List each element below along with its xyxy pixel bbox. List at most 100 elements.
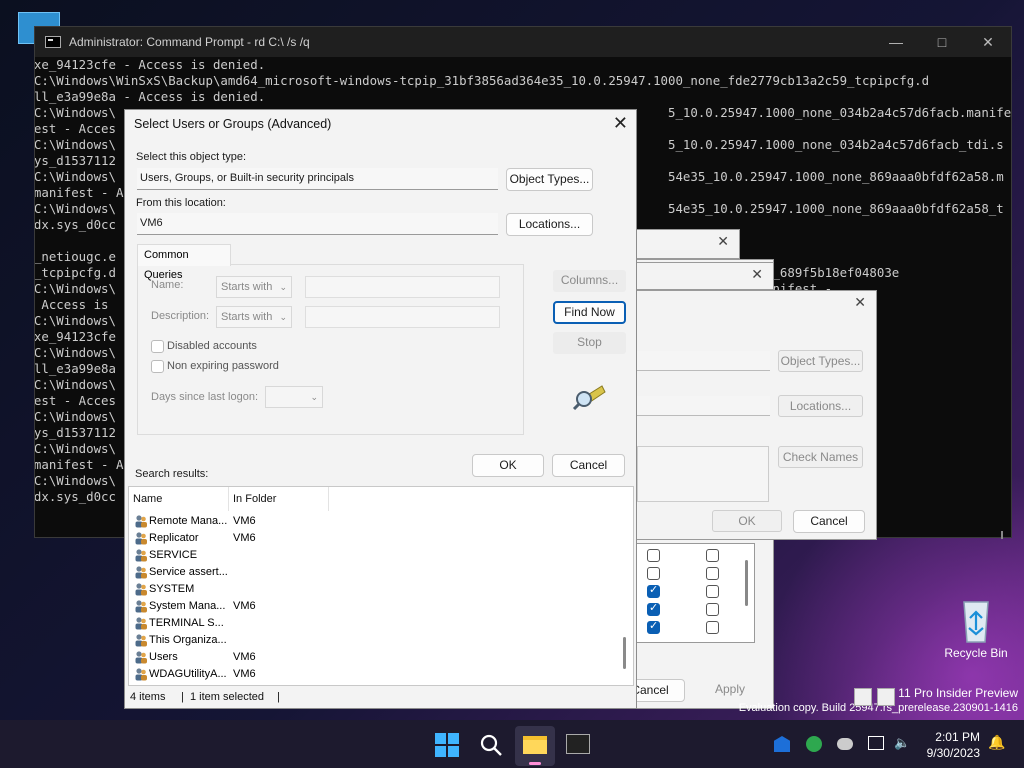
row-name: This Organiza...: [149, 634, 227, 646]
close-icon[interactable]: ✕: [613, 113, 628, 134]
clock-date[interactable]: 9/30/2023: [916, 746, 980, 760]
table-row[interactable]: This Organiza...: [129, 632, 609, 649]
start-windows-icon[interactable]: [434, 732, 460, 758]
chevron-down-icon: ⌄: [279, 312, 287, 322]
cloud-icon[interactable]: [837, 738, 853, 750]
allow-checkbox-2[interactable]: [647, 567, 660, 580]
locations-button[interactable]: Locations...: [506, 213, 593, 236]
close-icon[interactable]: ✕: [717, 234, 729, 250]
cancel-button[interactable]: Cancel: [552, 454, 625, 477]
permissions-scrollbar[interactable]: [745, 560, 748, 606]
column-header-name[interactable]: Name: [129, 487, 229, 511]
recycle-bin[interactable]: Recycle Bin: [944, 596, 1008, 660]
clock-time[interactable]: 2:01 PM: [916, 730, 980, 744]
non-expiring-checkbox[interactable]: [151, 360, 164, 373]
table-row[interactable]: SERVICE: [129, 547, 609, 564]
row-name: SERVICE: [149, 549, 198, 561]
name-input[interactable]: [305, 276, 500, 298]
status-selected-count: 1 item selected: [190, 691, 264, 703]
cmd-line: est - Acces: [35, 121, 116, 136]
status-separator: |: [181, 691, 184, 703]
perm-apply-button[interactable]: Apply: [695, 679, 765, 701]
search-flashlight-icon: [572, 385, 606, 410]
cmd-titlebar[interactable]: Administrator: Command Prompt - rd C:\ /…: [35, 27, 1011, 57]
deny-checkbox-4[interactable]: [706, 603, 719, 616]
close-icon[interactable]: ✕: [965, 34, 1011, 51]
cmd-line: ll_e3a99e8a - Access is denied.: [35, 89, 266, 104]
tab-common-queries[interactable]: Common Queries: [137, 244, 231, 281]
cmd-scrollbar[interactable]: [1001, 531, 1003, 539]
results-scrollbar[interactable]: [623, 637, 626, 669]
table-row[interactable]: Users VM6: [129, 649, 609, 666]
details-view-icon[interactable]: [854, 688, 872, 706]
locations-button[interactable]: Locations...: [778, 395, 863, 417]
location-field: VM6: [137, 213, 498, 235]
table-row[interactable]: SYSTEM: [129, 581, 609, 598]
cmd-line: ll_e3a99e8a: [35, 361, 116, 376]
maximize-icon[interactable]: □: [919, 34, 965, 50]
recycle-bin-label: Recycle Bin: [944, 646, 1008, 660]
search-icon[interactable]: [478, 732, 504, 758]
allow-checkbox-1[interactable]: [647, 549, 660, 562]
chevron-down-icon: ⌄: [310, 392, 318, 402]
deny-checkbox-2[interactable]: [706, 567, 719, 580]
table-row[interactable]: Replicator VM6: [129, 530, 609, 547]
object-types-button[interactable]: Object Types...: [778, 350, 863, 372]
status-separator: |: [277, 691, 280, 703]
table-row[interactable]: Remote Mana... VM6: [129, 513, 609, 530]
search-results-table[interactable]: Name In Folder Remote Mana... VM6 Replicat…: [128, 486, 634, 686]
preview-view-icon[interactable]: [877, 688, 895, 706]
row-folder: VM6: [233, 668, 256, 680]
volume-muted-icon[interactable]: 🔈: [894, 736, 910, 751]
table-row[interactable]: WDAGUtilityA... VM6: [129, 666, 609, 683]
select-users-window[interactable]: ✕ Object Types... Locations... Check Nam…: [636, 290, 877, 540]
deny-checkbox-1[interactable]: [706, 549, 719, 562]
allow-checkbox-3[interactable]: [647, 583, 660, 598]
row-name: System Mana...: [149, 600, 226, 612]
user-group-icon: [135, 617, 147, 630]
close-icon[interactable]: ✕: [854, 295, 866, 311]
table-row[interactable]: System Mana... VM6: [129, 598, 609, 615]
allow-checkbox-5[interactable]: [647, 619, 660, 634]
cmd-line: Access is: [41, 297, 109, 312]
name-mode-select[interactable]: Starts with ⌄: [216, 276, 292, 298]
columns-button[interactable]: Columns...: [553, 270, 626, 292]
cmd-line: est - Acces: [35, 393, 116, 408]
close-icon[interactable]: ✕: [751, 267, 763, 283]
description-mode-select[interactable]: Starts with ⌄: [216, 306, 292, 328]
deny-checkbox-3[interactable]: [706, 585, 719, 598]
table-row[interactable]: Service assert...: [129, 564, 609, 581]
column-header-folder[interactable]: In Folder: [229, 487, 329, 511]
disabled-accounts-checkbox[interactable]: [151, 340, 164, 353]
user-group-icon: [135, 600, 147, 613]
allow-checkbox-4[interactable]: [647, 601, 660, 616]
table-row[interactable]: TERMINAL S...: [129, 615, 609, 632]
cancel-button[interactable]: Cancel: [793, 510, 865, 533]
days-select[interactable]: ⌄: [265, 386, 323, 408]
check-names-button[interactable]: Check Names: [778, 446, 863, 468]
row-name: WDAGUtilityA...: [149, 668, 227, 680]
object-names-input[interactable]: [637, 446, 769, 502]
row-name: Remote Mana...: [149, 515, 228, 527]
status-items-count: 4 items: [130, 691, 166, 703]
deny-checkbox-5[interactable]: [706, 621, 719, 634]
cmd-app-icon: [45, 36, 61, 48]
name-label: Name:: [151, 279, 184, 291]
notifications-bell-icon[interactable]: 🔔: [988, 735, 1005, 751]
search-results-label: Search results:: [135, 468, 209, 480]
user-group-icon: [135, 532, 147, 545]
select-users-advanced-dialog[interactable]: Select Users or Groups (Advanced) ✕ Sele…: [124, 109, 637, 709]
object-types-button[interactable]: Object Types...: [506, 168, 593, 191]
minimize-icon[interactable]: —: [873, 34, 919, 50]
disabled-accounts-label: Disabled accounts: [167, 340, 257, 352]
description-input[interactable]: [305, 306, 500, 328]
terminal-taskbar-icon[interactable]: [566, 734, 590, 754]
file-explorer-taskbar-button[interactable]: [515, 726, 555, 766]
xbox-icon[interactable]: [806, 736, 822, 752]
network-icon[interactable]: [868, 736, 884, 750]
stop-button[interactable]: Stop: [553, 332, 626, 354]
ok-button[interactable]: OK: [472, 454, 544, 477]
ok-button[interactable]: OK: [712, 510, 782, 532]
background-window-2[interactable]: ✕: [636, 262, 774, 290]
find-now-button[interactable]: Find Now: [553, 301, 626, 324]
